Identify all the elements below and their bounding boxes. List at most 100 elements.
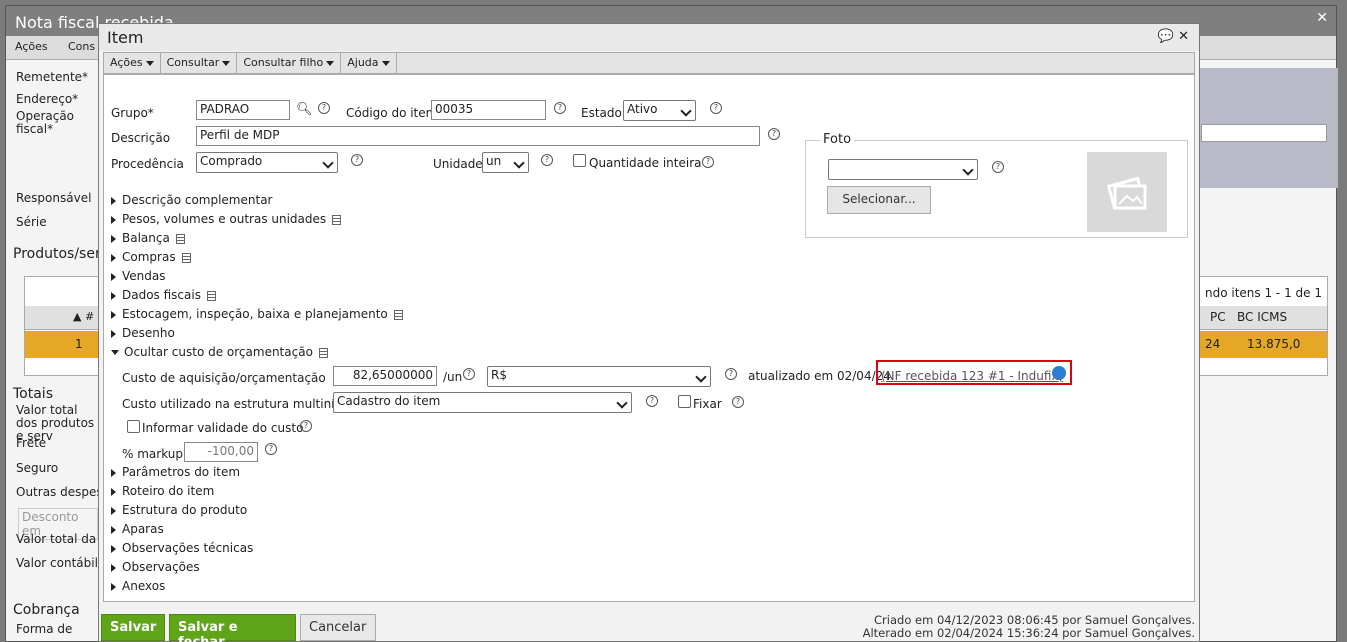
background-close-icon[interactable]: ✕ — [1316, 10, 1328, 26]
close-icon[interactable]: ✕ — [1178, 29, 1189, 44]
image-icon — [1106, 176, 1147, 210]
caret-down-icon — [111, 350, 119, 355]
unidade-label: Unidade — [433, 157, 483, 171]
section-estocagem[interactable]: Estocagem, inspeção, baixa e planejament… — [111, 307, 403, 321]
help-icon[interactable]: ? — [554, 102, 566, 114]
menu-consultar-label: Consultar — [166, 56, 220, 69]
selecionar-button[interactable]: Selecionar... — [827, 186, 931, 214]
dialog-title: Item — [107, 28, 144, 47]
codigo-label: Código do item — [346, 106, 438, 120]
help-icon[interactable]: ? — [541, 154, 553, 166]
background-field[interactable] — [1201, 124, 1327, 142]
section-dados-fiscais[interactable]: Dados fiscais — [111, 288, 216, 302]
help-icon[interactable]: ? — [702, 156, 714, 168]
help-icon[interactable]: ? — [710, 102, 722, 114]
dialog-body: Grupo* PADRAO 🔍︎ ? Código do item 00035 … — [103, 74, 1195, 602]
cancelar-button[interactable]: Cancelar — [300, 614, 376, 641]
caret-right-icon — [111, 329, 116, 338]
salvar-fechar-button[interactable]: Salvar e fechar — [169, 614, 296, 642]
help-icon[interactable]: ? — [318, 102, 330, 114]
section-label: Compras — [122, 250, 176, 264]
help-icon[interactable]: ? — [725, 368, 737, 380]
markup-label: % markup — [122, 447, 183, 461]
chevron-down-icon — [381, 60, 390, 66]
moeda-select[interactable]: R$ — [487, 366, 711, 387]
section-label: Parâmetros do item — [122, 465, 241, 479]
dialog-title-icons: 💬 ✕ — [1158, 29, 1189, 44]
section-descricao-complementar[interactable]: Descrição complementar — [111, 193, 272, 207]
menu-acoes[interactable]: Ações — [104, 53, 161, 73]
document-icon — [206, 290, 216, 301]
help-icon[interactable]: ? — [646, 395, 658, 407]
validade-custo-checkbox[interactable] — [127, 420, 140, 433]
help-icon[interactable]: ? — [992, 161, 1004, 173]
section-roteiro[interactable]: Roteiro do item — [111, 484, 214, 498]
table-header-num[interactable]: ▲ # — [73, 310, 94, 323]
menu-consultar-filho-label: Consultar filho — [243, 56, 324, 69]
label-cobranca: Cobrança — [13, 602, 80, 618]
section-observacoes[interactable]: Observações — [111, 560, 200, 574]
menu-ajuda[interactable]: Ajuda — [341, 53, 397, 73]
section-anexos[interactable]: Anexos — [111, 579, 165, 593]
label-seguro: Seguro — [16, 461, 59, 475]
atualizado-label: atualizado em 02/04/24 — [748, 369, 891, 383]
section-label: Ocultar custo de orçamentação — [124, 345, 313, 359]
menu-consultar[interactable]: Consultar — [161, 53, 238, 73]
alterado-text: Alterado em 02/04/2024 15:36:24 por Samu… — [862, 626, 1195, 640]
section-vendas[interactable]: Vendas — [111, 269, 166, 283]
menu-consultar-filho[interactable]: Consultar filho — [237, 53, 342, 73]
section-custo-orcamentacao[interactable]: Ocultar custo de orçamentação — [111, 345, 328, 359]
help-icon[interactable]: ? — [300, 420, 312, 432]
section-label: Desenho — [122, 326, 175, 340]
section-observacoes-tecnicas[interactable]: Observações técnicas — [111, 541, 253, 555]
procedencia-label: Procedência — [111, 157, 184, 171]
descricao-input[interactable]: Perfil de MDP — [196, 126, 760, 146]
chevron-down-icon — [222, 60, 231, 66]
estado-label: Estado — [581, 106, 622, 120]
help-icon[interactable]: ? — [265, 443, 277, 455]
help-icon[interactable]: ? — [732, 396, 744, 408]
section-compras[interactable]: Compras — [111, 250, 191, 264]
refresh-icon[interactable] — [1052, 366, 1066, 380]
caret-right-icon — [111, 544, 116, 553]
search-icon[interactable]: 🔍︎ — [296, 102, 313, 117]
section-balanca[interactable]: Balança — [111, 231, 185, 245]
background-menu-acoes[interactable]: Ações — [15, 40, 48, 53]
section-parametros[interactable]: Parâmetros do item — [111, 465, 240, 479]
procedencia-select[interactable]: Comprado — [196, 152, 338, 173]
section-estrutura[interactable]: Estrutura do produto — [111, 503, 247, 517]
fixar-label: Fixar — [693, 397, 722, 411]
section-desenho[interactable]: Desenho — [111, 326, 175, 340]
document-icon — [181, 252, 191, 263]
help-icon[interactable]: ? — [768, 128, 780, 140]
salvar-button[interactable]: Salvar — [101, 614, 165, 641]
caret-right-icon — [111, 196, 116, 205]
custo-estrutura-select[interactable]: Cadastro do item — [333, 392, 632, 413]
help-icon[interactable]: ? — [463, 368, 475, 380]
comment-icon[interactable]: 💬 — [1158, 29, 1174, 44]
background-menu-cons[interactable]: Cons — [68, 40, 95, 53]
grupo-input[interactable]: PADRAO — [196, 100, 290, 120]
label-operacao: Operação fiscal* — [16, 109, 75, 136]
custo-aquisicao-input[interactable]: 82,65000000 — [333, 366, 437, 386]
caret-right-icon — [111, 563, 116, 572]
quantidade-inteira-checkbox[interactable] — [573, 154, 586, 167]
section-label: Observações técnicas — [122, 541, 254, 555]
row-pc: 24 — [1205, 337, 1221, 351]
item-dialog: Item 💬 ✕ Ações Consultar Consultar filho… — [98, 23, 1200, 642]
section-aparas[interactable]: Aparas — [111, 522, 164, 536]
fixar-checkbox[interactable] — [678, 395, 691, 408]
caret-right-icon — [111, 310, 116, 319]
chevron-down-icon — [326, 60, 335, 66]
table-header-bc-icms[interactable]: BC ICMS — [1237, 310, 1287, 324]
help-icon[interactable]: ? — [351, 154, 363, 166]
estado-select[interactable]: Ativo — [623, 100, 696, 121]
unidade-select[interactable]: un — [482, 152, 529, 173]
custo-aquisicao-label: Custo de aquisição/orçamentação — [122, 371, 326, 385]
codigo-input[interactable]: 00035 — [431, 100, 546, 120]
caret-right-icon — [111, 272, 116, 281]
table-header-pc[interactable]: PC — [1210, 310, 1226, 324]
foto-select[interactable] — [828, 159, 978, 180]
markup-input[interactable]: -100,00 — [184, 442, 258, 462]
section-pesos[interactable]: Pesos, volumes e outras unidades — [111, 212, 342, 226]
